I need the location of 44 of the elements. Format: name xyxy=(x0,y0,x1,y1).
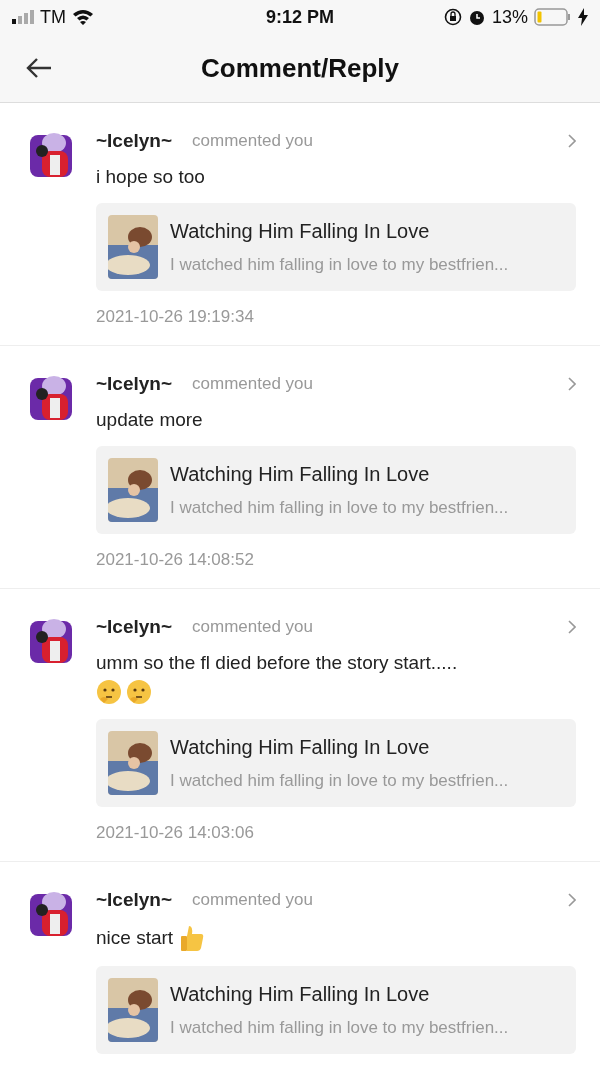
alarm-icon xyxy=(467,8,486,26)
battery-percent: 13% xyxy=(491,6,528,28)
story-card[interactable]: Watching Him Falling In Love I watched him falling in love to my bestfrien... xyxy=(96,966,576,1054)
story-title: Watching Him Falling In Love xyxy=(170,219,431,243)
comment-date: 2021-10-26 19:19:34 xyxy=(96,307,255,327)
story-title: Watching Him Falling In Love xyxy=(170,982,431,1006)
comment-date: 2021-10-26 14:03:06 xyxy=(96,823,255,843)
story-title: Watching Him Falling In Love xyxy=(170,735,431,759)
wifi-icon xyxy=(72,9,94,25)
chevron-right-icon[interactable] xyxy=(568,377,576,391)
story-title: Watching Him Falling In Love xyxy=(170,462,431,486)
action-label: commented you xyxy=(192,131,314,151)
user-name[interactable]: ~Icelyn~ xyxy=(96,616,173,638)
story-card[interactable]: Watching Him Falling In Love I watched him falling in love to my bestfrien... xyxy=(96,446,576,534)
action-label: commented you xyxy=(192,617,314,637)
comment-text: nice start xyxy=(96,926,174,950)
chevron-right-icon[interactable] xyxy=(568,893,576,907)
chevron-right-icon[interactable] xyxy=(568,620,576,634)
carrier-name: TM xyxy=(40,6,66,28)
page-title: Comment/Reply xyxy=(201,52,399,84)
story-card[interactable]: Watching Him Falling In Love I watched him falling in love to my bestfrien... xyxy=(96,719,576,807)
action-label: commented you xyxy=(192,374,314,394)
rotation-lock-icon xyxy=(443,8,462,26)
story-excerpt: I watched him falling in love to my bestfrien... xyxy=(170,497,509,518)
comment-text: i hope so too xyxy=(96,165,205,189)
charging-icon xyxy=(578,8,588,26)
story-excerpt: I watched him falling in love to my bestfrien... xyxy=(170,770,509,791)
story-excerpt: I watched him falling in love to my bestfrien... xyxy=(170,1017,509,1038)
user-name[interactable]: ~Icelyn~ xyxy=(96,889,173,911)
signal-icon xyxy=(12,10,34,24)
battery-icon xyxy=(534,7,572,27)
thinking-face-icon xyxy=(96,679,122,705)
comment-text: umm so the fl died before the story start..... xyxy=(96,651,458,675)
story-card[interactable]: Watching Him Falling In Love I watched him falling in love to my bestfrien... xyxy=(96,203,576,291)
thinking-face-icon xyxy=(126,679,152,705)
action-label: commented you xyxy=(192,890,314,910)
story-excerpt: I watched him falling in love to my bestfrien... xyxy=(170,254,509,275)
user-name[interactable]: ~Icelyn~ xyxy=(96,373,173,395)
thumbs-up-icon xyxy=(179,924,206,952)
clock-time: 9:12 PM xyxy=(266,6,334,28)
user-name[interactable]: ~Icelyn~ xyxy=(96,130,173,152)
comment-text: update more xyxy=(96,408,203,432)
chevron-right-icon[interactable] xyxy=(568,134,576,148)
comment-date: 2021-10-26 14:08:52 xyxy=(96,550,255,570)
